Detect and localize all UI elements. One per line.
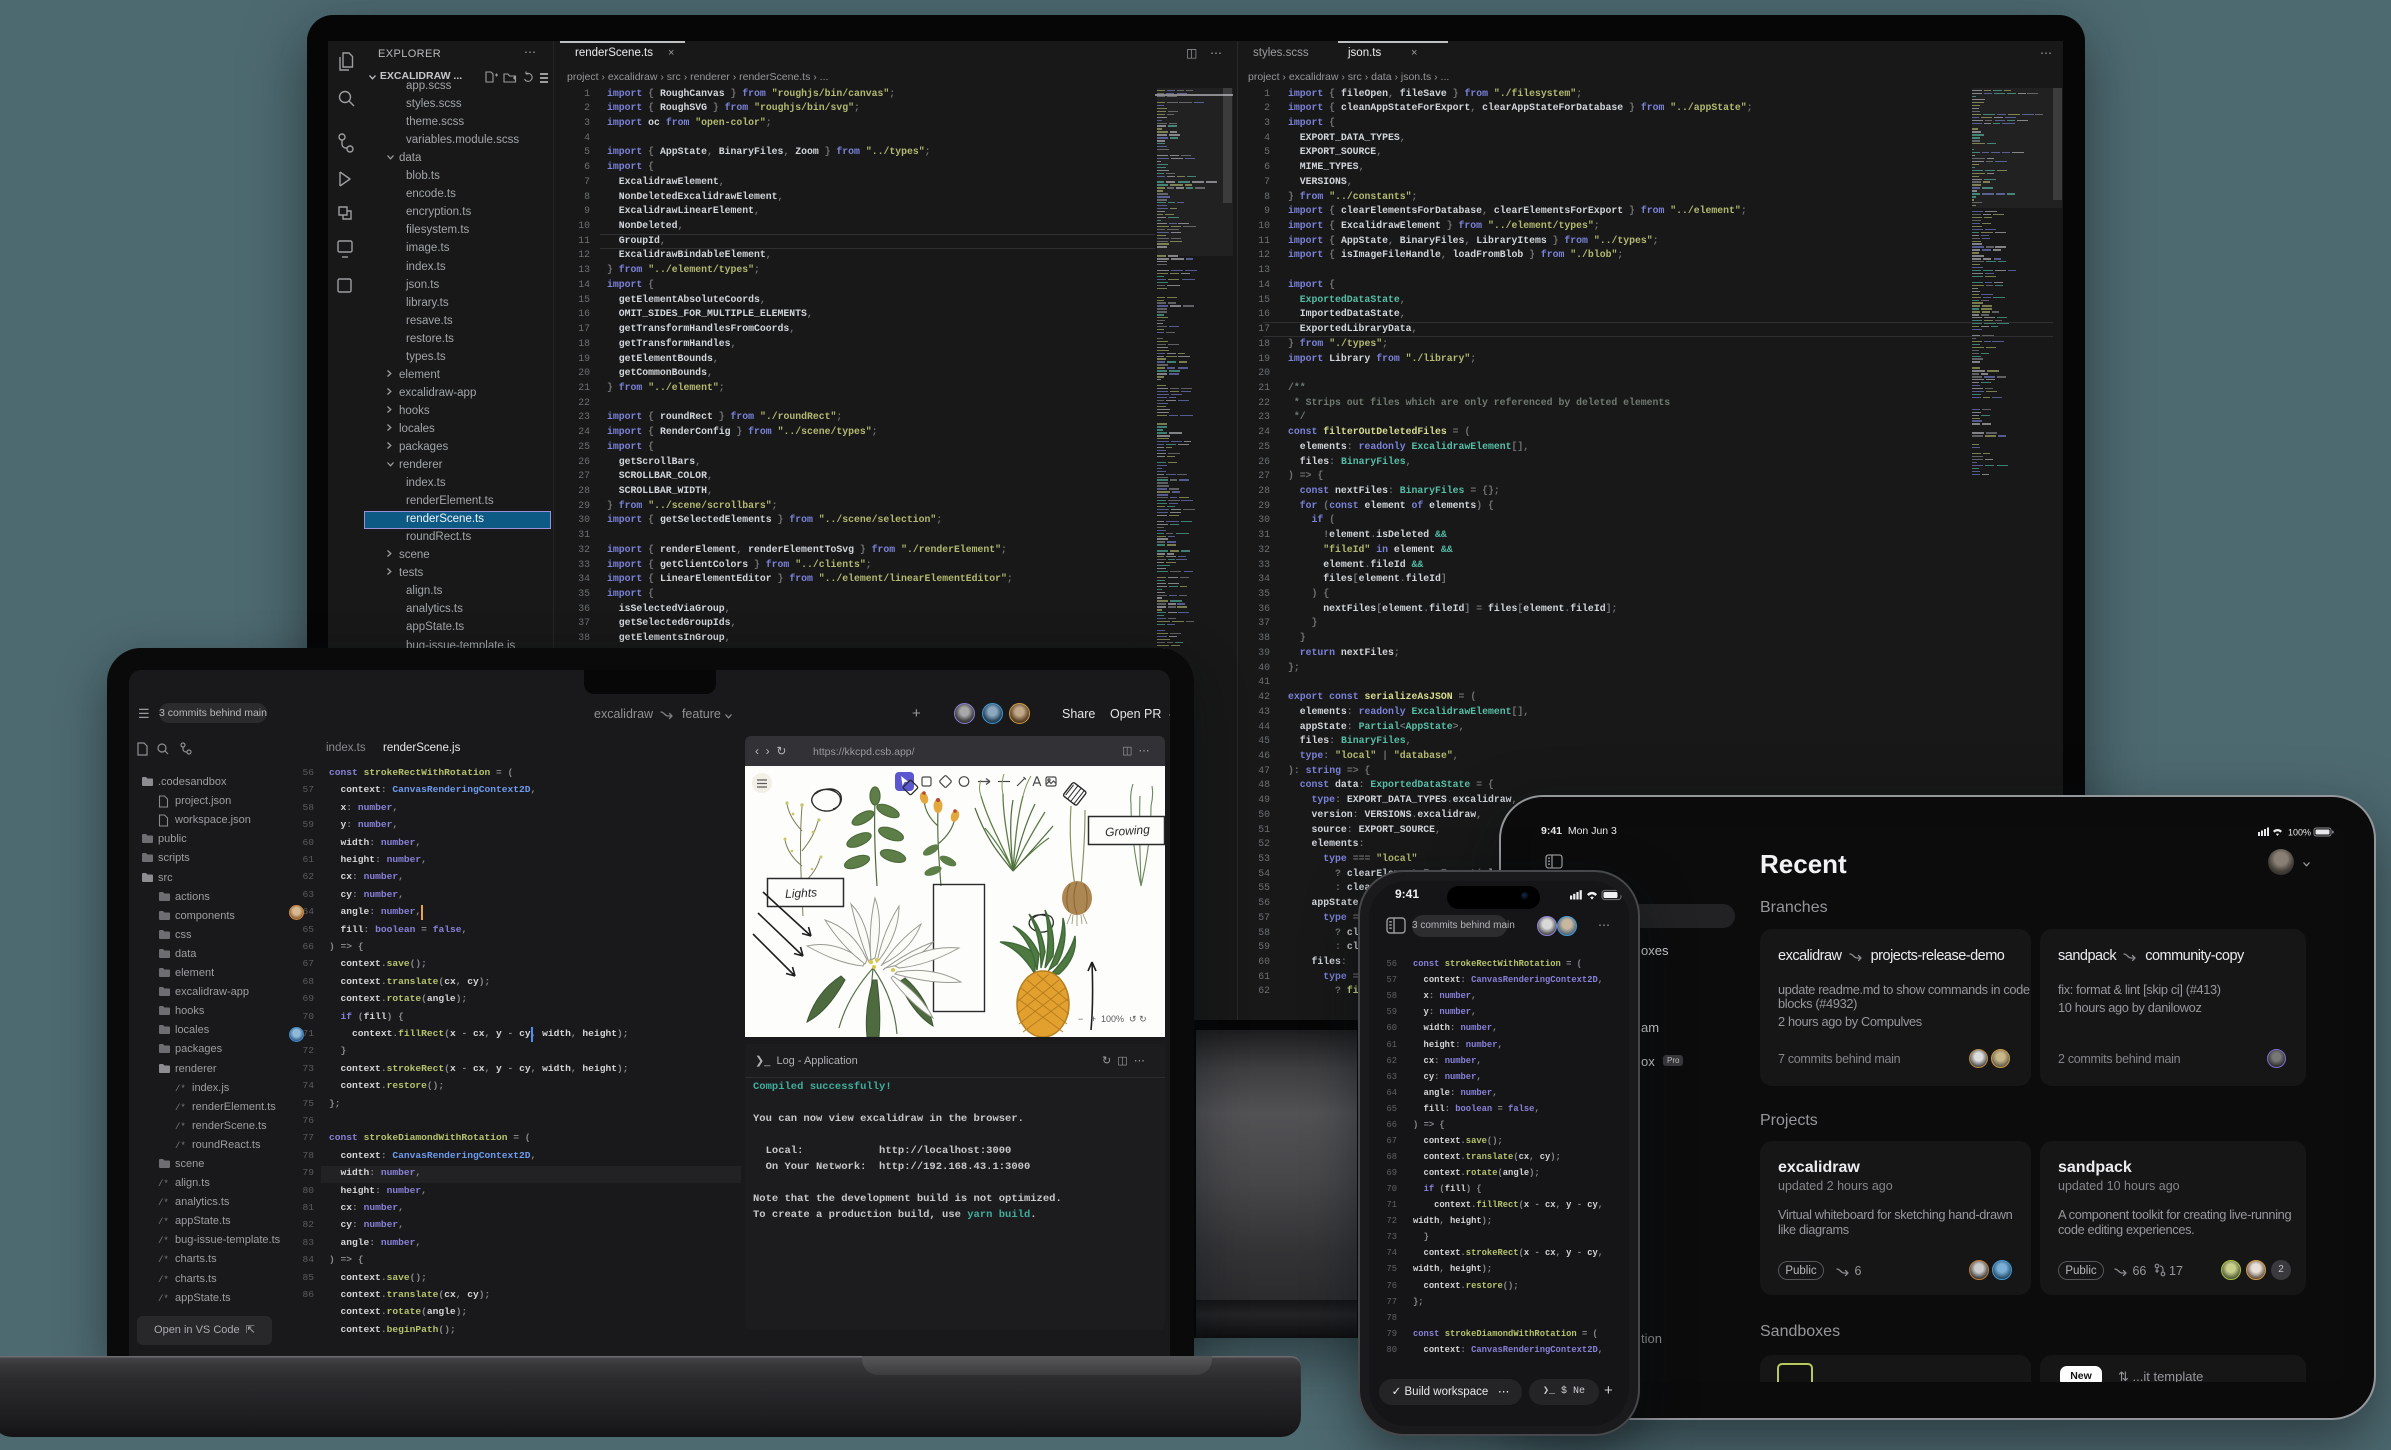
svg-text:100%: 100% — [2288, 828, 2311, 838]
svg-text:− + 100% ↺ ↻: − + 100% ↺ ↻ — [1078, 1014, 1147, 1024]
svg-text:Lights: Lights — [785, 885, 818, 901]
